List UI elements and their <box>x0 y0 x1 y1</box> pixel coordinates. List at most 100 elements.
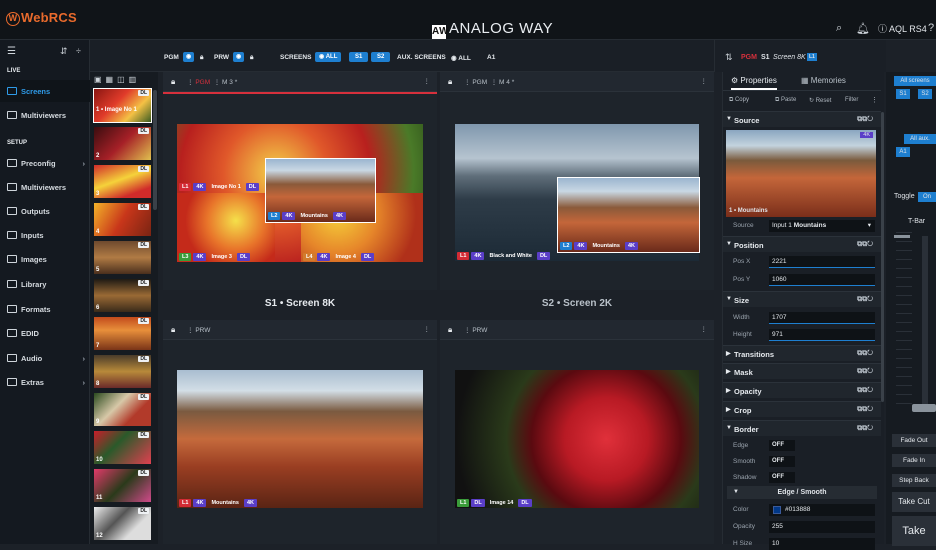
take-cut-button[interactable]: Take Cut <box>892 492 936 512</box>
hsize-input[interactable]: 10 <box>769 538 875 550</box>
section-opacity[interactable]: ▶ Opacity ⧉⧉↻ <box>723 382 881 398</box>
s2-pgm-canvas[interactable]: L2 4K Mountains 4K L1 4K Black and White DL <box>455 124 700 261</box>
lock-icon[interactable]: 🔒︎ <box>171 325 175 335</box>
screens-all-button[interactable]: ◉ ALL <box>315 52 342 62</box>
all-screens-button[interactable]: All screens <box>894 76 936 86</box>
app-logo[interactable]: W WebRCS <box>6 10 77 26</box>
section-actions-icon[interactable]: ⧉⧉↻ <box>857 350 873 358</box>
section-source[interactable]: ▼ Source ⧉⧉↻ <box>723 111 881 127</box>
bell-icon[interactable]: 🔔︎ <box>856 22 870 35</box>
more-icon[interactable]: ⋮ <box>871 96 878 104</box>
tab-properties[interactable]: ⚙︎ Properties <box>731 76 777 90</box>
section-actions-icon[interactable]: ⧉⧉↻ <box>857 241 873 249</box>
screen-s1-button[interactable]: S1 <box>349 52 369 62</box>
section-position[interactable]: ▼ Position ⧉⧉↻ <box>723 236 881 252</box>
sidebar-item-images[interactable]: Images <box>0 248 90 270</box>
pgm-lock-icon[interactable]: 🔒︎ <box>200 54 203 62</box>
thumbnail-scrollbar[interactable] <box>153 90 157 210</box>
section-mask[interactable]: ▶ Mask ⧉⧉↻ <box>723 363 881 379</box>
fade-in-button[interactable]: Fade In <box>892 454 936 467</box>
properties-scrollbar[interactable] <box>881 112 884 402</box>
thumbnail[interactable]: DL 12 <box>94 507 151 540</box>
sidebar-item-audio[interactable]: Audio › <box>0 347 90 369</box>
thumbnail[interactable]: DL 10 <box>94 431 151 464</box>
pgm-visibility-toggle[interactable]: ◉ <box>183 52 195 62</box>
thumbnail[interactable]: DL 3 <box>94 165 151 198</box>
shadow-toggle[interactable]: OFF <box>769 472 795 483</box>
swap-icon[interactable]: ⇅ <box>725 52 733 63</box>
thumbnail[interactable]: DL 2 <box>94 127 151 160</box>
thumbnail[interactable]: DL 5 <box>94 241 151 274</box>
all-aux-button[interactable]: All aux. <box>904 134 936 144</box>
thumbnail[interactable]: DL 9 <box>94 393 151 426</box>
copy-button[interactable]: ⧉ Copy <box>729 97 749 104</box>
source-select[interactable]: Input 1 Mountains ▾ <box>769 220 875 232</box>
section-actions-icon[interactable]: ⧉⧉↻ <box>857 116 873 124</box>
more-icon[interactable]: ⋮ <box>701 77 708 85</box>
device-selector[interactable]: ⓘ AQL RS4 <box>878 22 927 35</box>
sidebar-item-formats[interactable]: Formats <box>0 298 90 320</box>
sort-icon[interactable]: ⇵ <box>60 46 68 57</box>
s1-pgm-canvas[interactable]: L1 4K Image No 1 DL L2 4K Mountains 4K L3 4K Ima… <box>177 124 423 262</box>
thumbnail[interactable]: DL 4 <box>94 203 151 236</box>
section-actions-icon[interactable]: ⧉⧉↻ <box>857 368 873 376</box>
opacity-input[interactable]: 255 <box>769 521 875 533</box>
tab-memories[interactable]: ▦ Memories <box>801 76 846 85</box>
menu-icon[interactable]: ☰ <box>7 46 16 57</box>
height-input[interactable]: 971 <box>769 329 875 341</box>
thumbnail[interactable]: DL 11 <box>94 469 151 502</box>
search-icon[interactable]: ⌕ <box>836 22 842 35</box>
prw-visibility-toggle[interactable]: ◉ <box>233 52 245 62</box>
fade-out-button[interactable]: Fade Out <box>892 434 936 447</box>
sidebar-item-preconfig[interactable]: Preconfig › <box>0 152 90 174</box>
prw-lock-icon[interactable]: 🔒︎ <box>250 54 253 62</box>
section-actions-icon[interactable]: ⧉⧉↻ <box>857 425 873 433</box>
view-mode-icons[interactable]: ▣▦◫▥ <box>94 75 140 84</box>
sidebar-item-library[interactable]: Library <box>0 273 90 295</box>
thumbnail[interactable]: DL 8 <box>94 355 151 388</box>
thumbnail[interactable]: DL 1 • Image No 1 <box>93 88 152 123</box>
help-icon[interactable]: ? <box>928 22 934 34</box>
sidebar-item-multiviewers-live[interactable]: Multiviewers <box>0 104 90 126</box>
edge-toggle[interactable]: OFF <box>769 440 795 451</box>
section-actions-icon[interactable]: ⧉⧉↻ <box>857 296 873 304</box>
lock-icon[interactable]: 🔒︎ <box>171 77 175 87</box>
more-icon[interactable]: ⋮ <box>424 325 431 333</box>
sidebar-item-outputs[interactable]: Outputs <box>0 200 90 222</box>
aux-all-button[interactable]: ◉ ALL <box>451 54 471 62</box>
width-input[interactable]: 1707 <box>769 312 875 324</box>
more-icon[interactable]: ⋮ <box>701 325 708 333</box>
sidebar-item-edid[interactable]: EDID <box>0 322 90 344</box>
thumbnail[interactable]: DL 7 <box>94 317 151 350</box>
lock-icon[interactable]: 🔒︎ <box>448 325 452 335</box>
lock-icon[interactable]: 🔒︎ <box>448 77 452 87</box>
sidebar-item-multiviewers[interactable]: Multiviewers <box>0 176 90 198</box>
tbar-track[interactable] <box>922 236 928 412</box>
aux-a1-button[interactable]: A1 <box>487 54 495 61</box>
section-transitions[interactable]: ▶ Transitions ⧉⧉↻ <box>723 345 881 361</box>
sidebar-item-extras[interactable]: Extras › <box>0 371 90 393</box>
pos-y-input[interactable]: 1060 <box>769 274 875 286</box>
edge-smooth-subsection[interactable]: ▼ Edge / Smooth <box>727 486 877 499</box>
toggle-switch[interactable]: On <box>918 192 936 202</box>
paste-button[interactable]: ⧉ Paste <box>775 97 796 104</box>
more-icon[interactable]: ⋮ <box>424 77 431 85</box>
section-border[interactable]: ▼ Border ⧉⧉↻ <box>723 420 881 436</box>
s1-prw-canvas[interactable]: L1 4K Mountains 4K <box>177 370 423 508</box>
color-input[interactable]: #013888 <box>769 504 875 516</box>
section-size[interactable]: ▼ Size ⧉⧉↻ <box>723 291 881 307</box>
section-actions-icon[interactable]: ⧉⧉↻ <box>857 406 873 414</box>
tbar-handle[interactable] <box>912 404 936 412</box>
pos-x-input[interactable]: 2221 <box>769 256 875 268</box>
s2-prw-canvas[interactable]: L1 DL Image 14 DL <box>455 370 699 508</box>
smooth-toggle[interactable]: OFF <box>769 456 795 467</box>
take-s1-button[interactable]: S1 <box>896 89 910 99</box>
take-a1-button[interactable]: A1 <box>896 147 910 157</box>
thumbnail[interactable]: DL 6 <box>94 279 151 312</box>
split-icon[interactable]: ÷ <box>76 46 81 56</box>
step-back-button[interactable]: Step Back <box>892 474 936 487</box>
take-button[interactable]: Take <box>892 516 936 546</box>
section-crop[interactable]: ▶ Crop ⧉⧉↻ <box>723 401 881 417</box>
take-s2-button[interactable]: S2 <box>918 89 932 99</box>
reset-button[interactable]: ↻ Reset <box>809 97 831 104</box>
